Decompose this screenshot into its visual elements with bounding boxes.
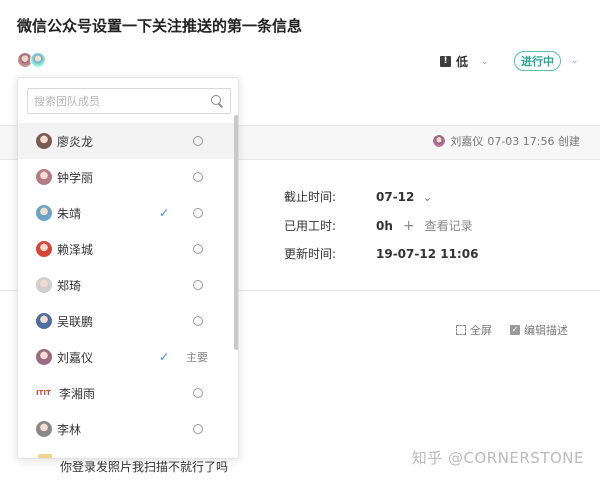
avatar (36, 313, 52, 329)
set-main-radio[interactable] (193, 172, 203, 182)
fullscreen-label: 全屏 (470, 324, 492, 337)
member-search (27, 88, 231, 114)
avatar[interactable] (30, 52, 46, 68)
member-name: 刘嘉仪 (57, 350, 94, 365)
avatar (36, 241, 52, 257)
worktime-value: 0h (376, 218, 393, 233)
view-records-link[interactable]: 查看记录 (425, 217, 473, 234)
avatar (432, 134, 447, 148)
member-name: 李湘雨 (59, 386, 96, 401)
edit-label: 编辑描述 (524, 324, 568, 337)
deadline-row: 截止时间: 07-12 ⌄ (284, 188, 432, 205)
member-name: 赖泽城 (57, 242, 94, 257)
member-item[interactable]: 赖泽城 (18, 231, 234, 267)
set-main-radio[interactable] (193, 136, 203, 146)
priority-selector[interactable]: ! 低 ⌄ (440, 53, 489, 70)
avatar (36, 205, 52, 221)
member-item[interactable]: 朱靖 ✓ (18, 195, 234, 231)
member-item[interactable]: 钟学丽 (18, 159, 234, 195)
member-name: 郑琦 (57, 278, 82, 293)
member-name: 钟学丽 (57, 170, 94, 185)
status-selector[interactable]: 进行中 ⌄ (514, 51, 579, 71)
chevron-down-icon[interactable]: ⌄ (422, 190, 432, 204)
member-item[interactable]: 吴联鹏 (18, 303, 234, 339)
avatar (36, 421, 52, 437)
description-tools: 全屏 ✓ 编辑描述 (456, 322, 568, 338)
scrollbar[interactable] (234, 115, 238, 350)
creator-name: 刘嘉仪 (450, 135, 484, 148)
deadline-value[interactable]: 07-12 (376, 190, 414, 204)
priority-icon: ! (440, 56, 451, 67)
member-item[interactable]: 李林 (18, 411, 234, 447)
set-main-radio[interactable] (193, 208, 203, 218)
avatar (36, 133, 52, 149)
check-icon: ✓ (159, 206, 170, 220)
member-item[interactable]: ITIT 李湘雨 (18, 375, 234, 411)
member-name: 朱靖 (57, 206, 82, 221)
set-main-radio[interactable] (193, 280, 203, 290)
member-name: 李林 (57, 422, 82, 437)
set-main-radio[interactable] (193, 244, 203, 254)
member-search-input[interactable] (28, 89, 208, 113)
set-main-radio[interactable] (193, 316, 203, 326)
priority-label: 低 (456, 55, 469, 69)
status-badge: 进行中 (514, 51, 561, 71)
chevron-down-icon: ⌄ (571, 56, 579, 66)
member-item[interactable]: 郑琦 (18, 267, 234, 303)
watermark: 知乎 @CORNERSTONE (411, 449, 584, 467)
deadline-label: 截止时间: (284, 190, 337, 204)
fullscreen-button[interactable]: 全屏 (456, 322, 492, 338)
comment-text: 你登录发照片我扫描不就行了吗 (60, 460, 229, 474)
task-title[interactable]: 微信公众号设置一下关注推送的第一条信息 (17, 15, 302, 36)
member-name: 吴联鹏 (57, 314, 94, 329)
member-name: 廖炎龙 (57, 134, 94, 149)
avatar (38, 454, 52, 458)
set-main-radio[interactable] (193, 424, 203, 434)
worktime-row: 已用工时: 0h + 查看记录 (284, 217, 473, 234)
add-worktime-button[interactable]: + (403, 218, 415, 234)
set-main-radio[interactable] (193, 388, 203, 398)
check-icon: ✓ (159, 350, 170, 364)
member-picker-dropdown: 廖炎龙钟学丽朱靖 ✓ 赖泽城郑琦吴联鹏刘嘉仪 ✓ 主要 ITIT 李湘雨李林 (17, 77, 239, 459)
avatar (36, 169, 52, 185)
updated-row: 更新时间: 19-07-12 11:06 (284, 245, 478, 262)
member-item[interactable]: 刘嘉仪 ✓ 主要 (18, 339, 234, 375)
avatar (36, 349, 52, 365)
updated-label: 更新时间: (284, 247, 337, 261)
avatar: ITIT (36, 389, 51, 397)
edit-description-button[interactable]: ✓ 编辑描述 (510, 322, 568, 338)
creator-info: 刘嘉仪 07-03 17:56 创建 (432, 133, 580, 149)
main-assignee-tag[interactable]: 主要 (186, 349, 208, 365)
updated-value: 19-07-12 11:06 (376, 246, 479, 261)
fullscreen-icon (456, 325, 466, 335)
chevron-down-icon: ⌄ (481, 56, 489, 67)
member-item[interactable]: 廖炎龙 (18, 123, 234, 159)
member-list: 廖炎龙钟学丽朱靖 ✓ 赖泽城郑琦吴联鹏刘嘉仪 ✓ 主要 ITIT 李湘雨李林 (18, 123, 234, 447)
edit-icon: ✓ (510, 325, 520, 335)
worktime-label: 已用工时: (284, 219, 337, 233)
search-icon (208, 92, 226, 110)
avatar (36, 277, 52, 293)
created-time: 07-03 17:56 创建 (487, 135, 580, 148)
assignee-avatars[interactable] (17, 52, 46, 68)
